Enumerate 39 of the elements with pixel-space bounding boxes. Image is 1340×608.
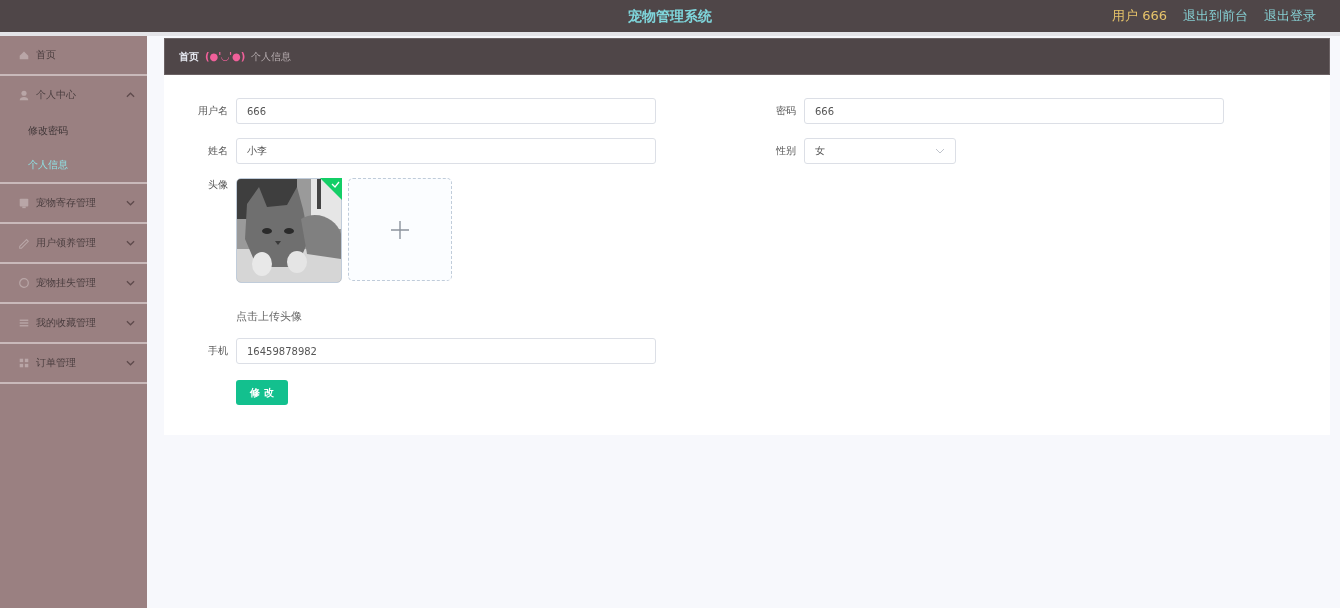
user-icon	[18, 89, 30, 101]
submit-button[interactable]: 修 改	[236, 380, 288, 405]
upload-hint: 点击上传头像	[236, 309, 303, 324]
submenu-item[interactable]: 个人信息	[0, 148, 147, 182]
text-field[interactable]: 666	[236, 98, 656, 124]
menu-item[interactable]: 订单管理	[0, 344, 147, 384]
text-field[interactable]: 666	[804, 98, 1224, 124]
field-label: 手机	[207, 344, 229, 358]
menu-item[interactable]: 我的收藏管理	[0, 304, 147, 344]
submenu-item[interactable]: 修改密码	[0, 114, 147, 148]
field-label: 性别	[775, 144, 797, 158]
header-link[interactable]: 退出到前台	[1183, 7, 1248, 25]
home-icon	[18, 49, 30, 61]
menu-item[interactable]: 用户领养管理	[0, 224, 147, 264]
list-icon	[18, 317, 30, 329]
field-label: 用户名	[197, 104, 229, 118]
grid-icon	[18, 357, 30, 369]
field-label: 密码	[775, 104, 797, 118]
monitor-icon	[18, 197, 30, 209]
app-title: 宠物管理系统	[628, 8, 712, 24]
menu-item[interactable]: 首页	[0, 36, 147, 76]
menu-item[interactable]: 个人中心	[0, 76, 147, 114]
select-field[interactable]: 女	[804, 138, 956, 164]
breadcrumb-link[interactable]: 首页	[179, 49, 199, 64]
plus-icon	[391, 220, 409, 239]
field-label: 姓名	[207, 144, 229, 158]
caret-icon	[935, 148, 945, 154]
breadcrumb-current: 个人信息	[251, 49, 292, 64]
upload-button[interactable]	[348, 178, 452, 281]
user-label: 用户 666	[1112, 7, 1167, 25]
pencil-icon	[18, 237, 30, 249]
breadcrumb-separator: (●'◡'●)	[205, 51, 246, 62]
text-field[interactable]: 16459878982	[236, 338, 656, 364]
header-link[interactable]: 退出登录	[1264, 7, 1316, 25]
field-label: 头像	[207, 178, 229, 192]
circle-icon	[18, 277, 30, 289]
text-field[interactable]: 小李	[236, 138, 656, 164]
menu-item[interactable]: 宠物寄存管理	[0, 184, 147, 224]
menu-item[interactable]: 宠物挂失管理	[0, 264, 147, 304]
